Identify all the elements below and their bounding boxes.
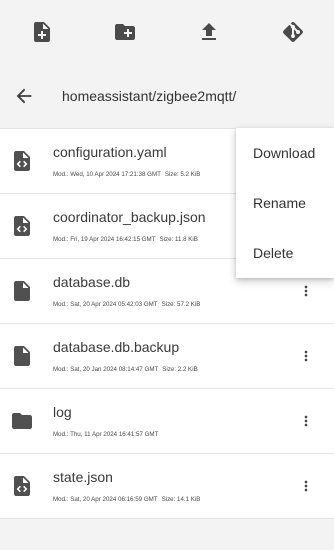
file-name: log <box>53 404 72 420</box>
file-name: configuration.yaml <box>53 144 167 160</box>
file-modified: Mod.: Thu, 11 Apr 2024 16:41:57 GMT <box>53 431 159 438</box>
menu-item-delete[interactable]: Delete <box>236 228 334 278</box>
file-menu-button[interactable] <box>296 279 316 303</box>
toolbar <box>0 0 334 64</box>
folder-icon <box>12 413 32 429</box>
file-menu-button[interactable] <box>296 474 316 498</box>
file-modified: Mod.: Sat, 20 Apr 2024 06:16:59 GMT <box>53 496 158 503</box>
file-meta: Mod.: Sat, 20 Jan 2024 08:14:47 GMT Size:… <box>53 366 198 373</box>
current-path: homeassistant/zigbee2mqtt/ <box>62 88 237 104</box>
file-meta: Mod.: Fri, 19 Apr 2024 16:42:15 GMT Size:… <box>53 236 198 243</box>
more-vert-icon <box>304 415 308 427</box>
file-name: database.db.backup <box>53 339 180 355</box>
file-name: coordinator_backup.json <box>53 209 206 225</box>
menu-item-download[interactable]: Download <box>236 128 334 178</box>
file-size: Size: 57.2 KiB <box>161 301 201 308</box>
new-folder-icon <box>115 24 135 40</box>
file-meta: Mod.: Sat, 20 Apr 2024 05:42:03 GMT Size:… <box>53 301 200 308</box>
back-button[interactable] <box>8 80 40 112</box>
file-meta: Mod.: Thu, 11 Apr 2024 16:41:57 GMT <box>53 431 158 438</box>
file-icon <box>14 346 30 366</box>
file-meta: Mod.: Sat, 20 Apr 2024 06:16:59 GMT Size:… <box>53 496 200 503</box>
new-file-icon <box>34 22 50 42</box>
file-modified: Mod.: Sat, 20 Jan 2024 08:14:47 GMT <box>53 366 159 373</box>
code-file-icon <box>14 151 30 171</box>
file-editor-app: homeassistant/zigbee2mqtt/ configuration… <box>0 0 334 550</box>
context-menu: Download Rename Delete <box>236 128 334 278</box>
code-file-icon <box>14 216 30 236</box>
file-row[interactable]: database.db.backup Mod.: Sat, 20 Jan 202… <box>0 324 334 389</box>
new-file-button[interactable] <box>26 16 58 48</box>
file-modified: Mod.: Wed, 10 Apr 2024 17:21:38 GMT <box>53 171 161 178</box>
file-size: Size: 14.1 KiB <box>161 496 201 503</box>
code-file-icon <box>14 476 30 496</box>
file-menu-button[interactable] <box>296 344 316 368</box>
upload-icon <box>202 23 216 40</box>
file-modified: Mod.: Fri, 19 Apr 2024 16:42:15 GMT <box>53 236 156 243</box>
file-name: database.db <box>53 274 131 290</box>
file-name: state.json <box>53 469 113 485</box>
file-size: Size: 2.2 KiB <box>162 366 198 373</box>
file-size: Size: 11.8 KiB <box>159 236 198 243</box>
more-vert-icon <box>304 285 308 297</box>
file-row[interactable]: state.json Mod.: Sat, 20 Apr 2024 06:16:… <box>0 454 334 519</box>
menu-item-rename[interactable]: Rename <box>236 178 334 228</box>
file-icon <box>14 281 30 301</box>
upload-button[interactable] <box>193 16 225 48</box>
path-bar: homeassistant/zigbee2mqtt/ <box>0 72 334 120</box>
file-modified: Mod.: Sat, 20 Apr 2024 05:42:03 GMT <box>53 301 158 308</box>
git-icon <box>283 22 303 42</box>
file-meta: Mod.: Wed, 10 Apr 2024 17:21:38 GMT Size:… <box>53 171 200 178</box>
git-button[interactable] <box>277 16 309 48</box>
arrow-back-icon <box>16 88 32 104</box>
file-size: Size: 5.2 KiB <box>164 171 201 178</box>
more-vert-icon <box>304 480 308 492</box>
file-menu-button[interactable] <box>296 409 316 433</box>
new-folder-button[interactable] <box>109 16 141 48</box>
folder-row[interactable]: log Mod.: Thu, 11 Apr 2024 16:41:57 GMT <box>0 389 334 454</box>
more-vert-icon <box>304 350 308 362</box>
